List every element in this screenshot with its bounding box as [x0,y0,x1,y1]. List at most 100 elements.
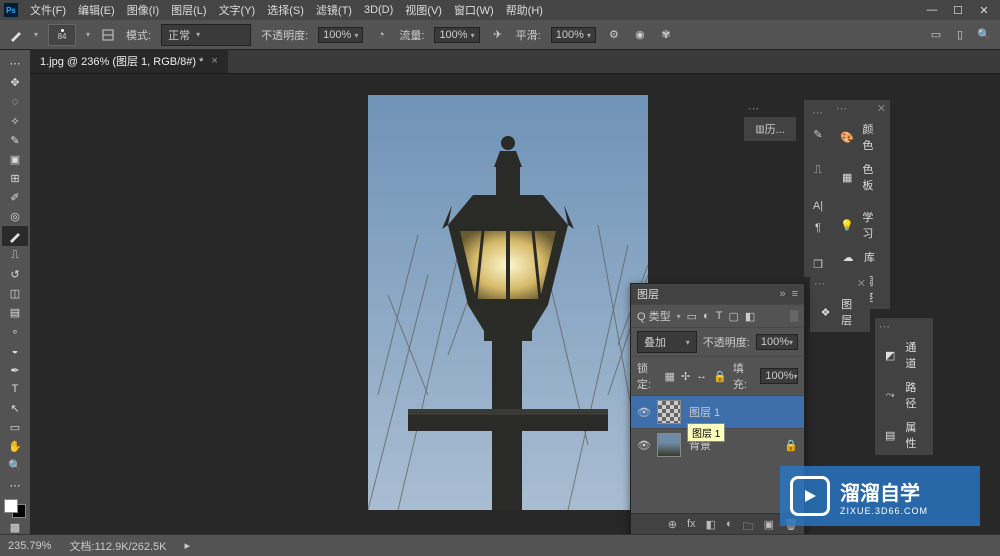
layer-row[interactable]: 👁 背景 🔒 图层 1 [631,428,804,461]
edit-toolbar-icon[interactable]: ⋯ [2,475,28,494]
collapse-handle-icon[interactable]: ⋯ [2,54,28,73]
dodge-tool[interactable]: ◒ [2,341,28,360]
workspace-switcher-icon[interactable]: ▭ [928,27,944,43]
lock-all-icon[interactable]: 🔒 [713,370,727,383]
workspace-minimize-icon[interactable]: ▯ [952,27,968,43]
paragraph-icon[interactable]: ¶ [808,219,828,237]
history-tab[interactable]: ▥ 历... [744,117,796,141]
color-tab[interactable]: 🎨颜色 [832,117,890,157]
filter-smart-icon[interactable]: ◧ [745,310,755,323]
visibility-icon[interactable]: 👁 [637,406,649,419]
lasso-tool[interactable]: ✧ [2,111,28,130]
layer-opacity-input[interactable]: 100%▾ [756,334,798,350]
panel-options-icon[interactable]: ≡ [792,288,798,300]
filter-shape-icon[interactable]: ▢ [728,310,738,323]
layers-panel-tab[interactable]: 图层 [637,286,659,302]
clone-tool[interactable]: ⎍ [2,246,28,265]
layer-name[interactable]: 图层 1 [689,404,720,420]
filter-type-icon[interactable]: T [716,310,723,322]
frame-tool[interactable]: ⊞ [2,169,28,188]
filter-adjust-icon[interactable]: ◐ [703,310,710,322]
color-swatches[interactable] [4,499,26,518]
airbrush-icon[interactable]: ✈ [490,27,506,43]
menu-view[interactable]: 视图(V) [405,2,442,18]
close-icon[interactable]: ✕ [877,102,886,115]
document-canvas[interactable] [368,95,648,510]
smooth-input[interactable]: 100% ▾ [551,27,596,43]
opacity-input[interactable]: 100% ▾ [318,27,363,43]
flow-input[interactable]: 100% ▾ [434,27,479,43]
collapse-icon[interactable]: ⋯ [836,102,847,115]
3d-icon[interactable]: ❒ [808,255,828,273]
pressure-opacity-icon[interactable]: ◔ [373,27,389,43]
filter-toggle[interactable] [790,310,798,322]
paths-tab[interactable]: ⤳路径 [875,375,933,415]
menu-help[interactable]: 帮助(H) [506,2,543,18]
brush-panel-icon[interactable] [100,27,116,43]
menu-layer[interactable]: 图层(L) [171,2,206,18]
crop-tool[interactable]: ▣ [2,150,28,169]
brush-chevron-icon[interactable]: ▾ [86,30,90,39]
collapse-icon[interactable]: ⋯ [814,277,825,290]
gradient-tool[interactable]: ▤ [2,303,28,322]
document-tab[interactable]: 1.jpg @ 236% (图层 1, RGB/8#) * × [30,48,228,73]
shape-tool[interactable]: ▭ [2,418,28,437]
collapse-icon[interactable]: ⋯ [812,106,823,119]
chevron-down-icon[interactable]: ▾ [677,312,681,321]
foreground-color[interactable] [4,499,18,513]
path-select-tool[interactable]: ↖ [2,399,28,418]
properties-tab[interactable]: ▤属性 [875,415,933,455]
brush-tool[interactable] [2,226,28,245]
eraser-tool[interactable]: ◫ [2,284,28,303]
menu-3d[interactable]: 3D(D) [364,4,393,16]
brush-preset-picker[interactable]: 84 [48,24,76,46]
visibility-icon[interactable]: 👁 [637,439,649,452]
tool-preset-chevron-icon[interactable]: ▾ [34,30,38,39]
layer-thumbnail[interactable] [657,400,681,424]
channels-tab[interactable]: ◩通道 [875,335,933,375]
menu-image[interactable]: 图像(I) [127,2,159,18]
eyedropper-tool[interactable]: ✐ [2,188,28,207]
layer-blend-select[interactable]: 叠加 ▾ [637,331,697,353]
menu-edit[interactable]: 编辑(E) [78,2,115,18]
marquee-tool[interactable]: ◌ [2,92,28,111]
pen-tool[interactable]: ✒ [2,361,28,380]
lock-artboard-icon[interactable]: ↔ [696,370,707,382]
zoom-level[interactable]: 235.79% [8,540,51,552]
blend-mode-select[interactable]: 正常 ▾ [161,24,251,46]
status-chevron-icon[interactable]: ▸ [184,539,190,552]
history-brush-tool[interactable]: ↺ [2,265,28,284]
menu-select[interactable]: 选择(S) [267,2,304,18]
symmetry-icon[interactable]: ✾ [658,27,674,43]
maximize-button[interactable]: ☐ [952,4,964,17]
smooth-options-icon[interactable]: ⚙ [606,27,622,43]
character-icon[interactable]: A| [808,197,828,215]
lock-position-icon[interactable]: ✢ [681,370,690,383]
libraries-tab[interactable]: ☁库 [832,245,890,269]
search-icon[interactable]: 🔍 [976,27,992,43]
minimize-button[interactable]: — [926,4,938,17]
swatches-tab[interactable]: ▦色板 [832,157,890,197]
menu-window[interactable]: 窗口(W) [454,2,494,18]
layer-thumbnail[interactable] [657,433,681,457]
lock-pixels-icon[interactable]: ▦ [665,370,675,383]
brush-settings-icon[interactable]: ✎ [808,125,828,143]
move-tool[interactable]: ✥ [2,73,28,92]
menu-filter[interactable]: 滤镜(T) [316,2,352,18]
panel-menu-icon[interactable]: » [779,288,785,300]
quick-select-tool[interactable]: ✎ [2,131,28,150]
brush-tool-icon[interactable] [8,27,24,43]
collapse-icon[interactable]: ⋯ [748,102,759,115]
menu-type[interactable]: 文字(Y) [219,2,256,18]
menu-file[interactable]: 文件(F) [30,2,66,18]
fill-input[interactable]: 100%▾ [760,368,798,384]
clone-source-icon[interactable]: ⎍ [808,161,828,179]
hand-tool[interactable]: ✋ [2,437,28,456]
close-button[interactable]: ✕ [978,4,990,17]
layers-shortcut[interactable]: ❖图层 [810,292,870,332]
tab-close-icon[interactable]: × [211,55,217,67]
pressure-size-icon[interactable]: ◉ [632,27,648,43]
type-tool[interactable]: T [2,380,28,399]
zoom-tool[interactable]: 🔍 [2,456,28,475]
healing-tool[interactable]: ◎ [2,207,28,226]
